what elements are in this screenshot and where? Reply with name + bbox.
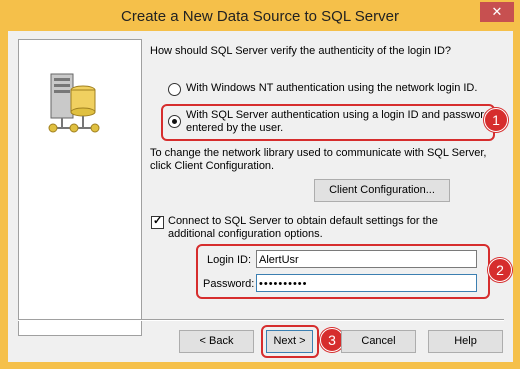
cancel-button[interactable]: Cancel [341,330,416,353]
connect-sql-server-label-line1[interactable]: Connect to SQL Server to obtain default … [168,215,438,227]
close-button[interactable]: ✕ [480,2,514,22]
next-button[interactable]: Next > [266,330,313,353]
login-id-label: Login ID: [207,254,252,266]
password-label: Password: [203,278,255,290]
auth-question: How should SQL Server verify the authent… [150,45,452,57]
callout-badge-1: 1 [484,108,508,132]
callout-badge-2: 2 [488,258,512,282]
wizard-side-panel [18,39,142,336]
windows-auth-radio[interactable] [168,83,181,96]
sql-auth-radio[interactable] [168,115,181,128]
title-bar[interactable]: Create a New Data Source to SQL Server ✕ [1,1,519,31]
network-library-text-line2: click Client Configuration. [150,160,275,172]
connect-sql-server-label-line2[interactable]: additional configuration options. [168,228,323,240]
client-configuration-button[interactable]: Client Configuration... [314,179,450,202]
network-library-text-line1: To change the network library used to co… [150,147,487,159]
button-row-divider [18,319,504,321]
close-icon: ✕ [491,4,503,19]
windows-auth-label[interactable]: With Windows NT authentication using the… [186,82,477,94]
back-button[interactable]: < Back [179,330,254,353]
help-button[interactable]: Help [428,330,503,353]
dialog-window: Create a New Data Source to SQL Server ✕… [0,0,520,369]
dialog-client-area: How should SQL Server verify the authent… [8,31,513,362]
sql-auth-label-line2[interactable]: entered by the user. [186,122,283,134]
connect-sql-server-checkbox[interactable] [151,214,164,229]
password-input[interactable]: •••••••••• [256,274,477,292]
window-title: Create a New Data Source to SQL Server [121,8,399,25]
database-server-icon [48,73,100,133]
sql-auth-label-line1[interactable]: With SQL Server authentication using a l… [186,109,490,121]
login-id-input[interactable]: AlertUsr [256,250,477,268]
